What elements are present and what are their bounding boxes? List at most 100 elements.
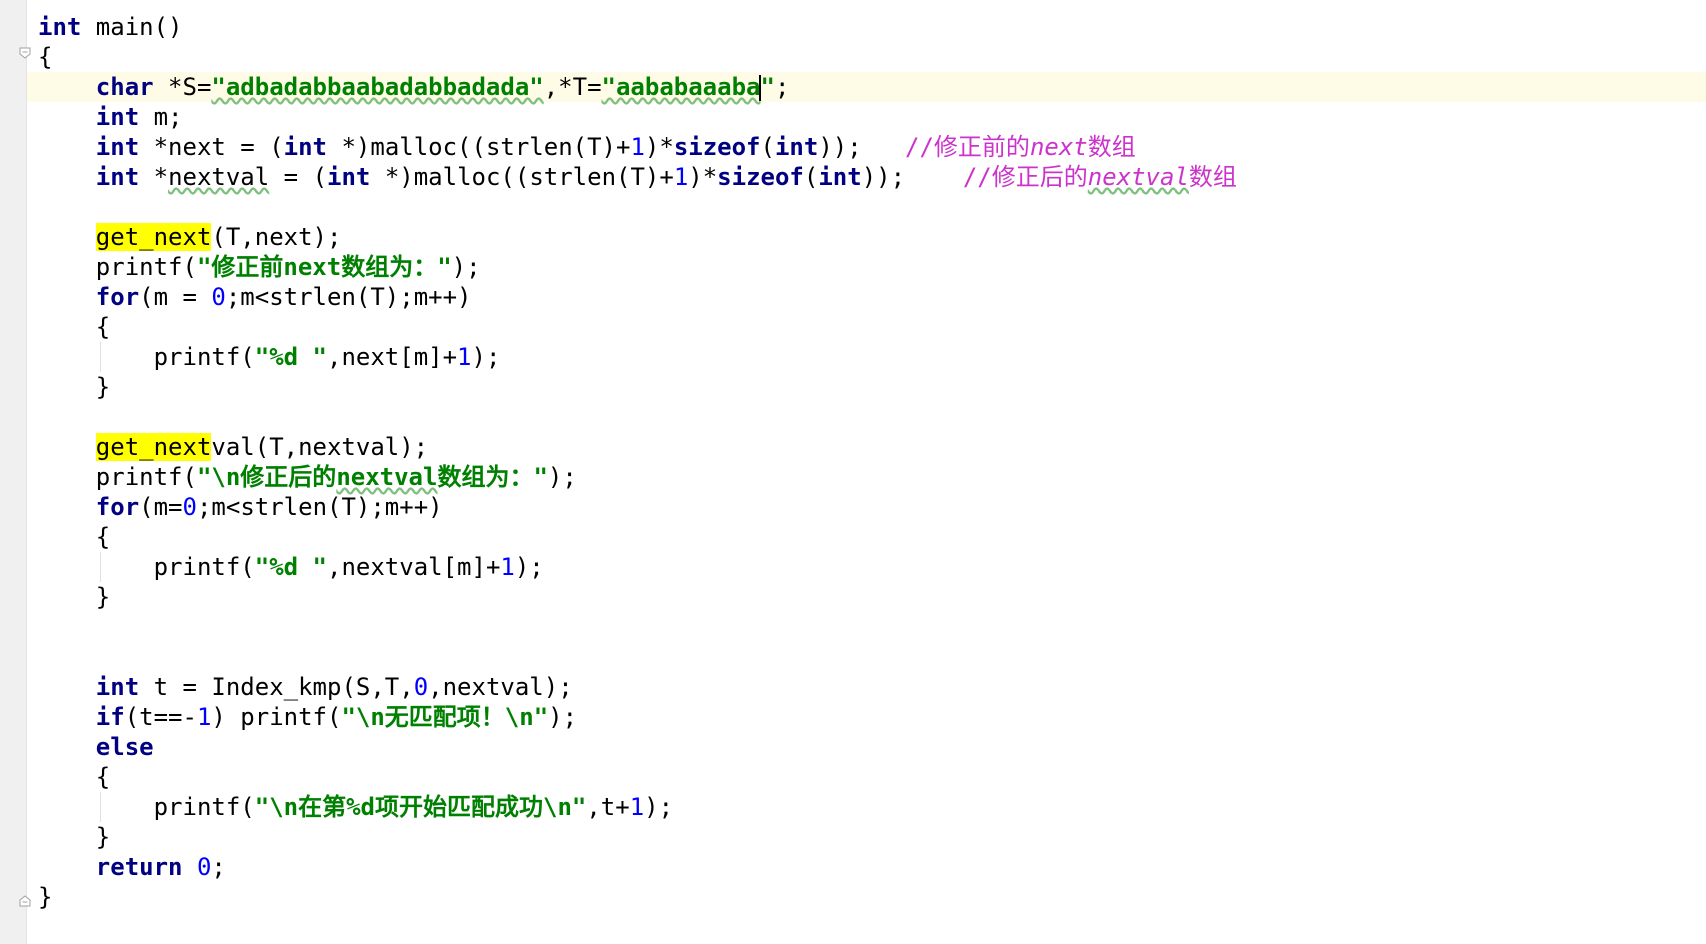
code-token: )); bbox=[818, 133, 906, 161]
code-token: ,*T= bbox=[543, 73, 602, 101]
code-line[interactable]: } bbox=[38, 372, 110, 402]
string-token: "%d " bbox=[254, 343, 327, 371]
code-line[interactable]: printf("%d ",nextval[m]+1); bbox=[38, 552, 544, 582]
code-line[interactable]: } bbox=[38, 582, 110, 612]
comment-token: //修正前的 bbox=[905, 133, 1030, 161]
keyword-token: sizeof bbox=[717, 163, 804, 191]
code-token: printf( bbox=[38, 253, 197, 281]
string-token: "%d " bbox=[254, 553, 327, 581]
number-token: 1 bbox=[630, 133, 645, 161]
code-token: ); bbox=[547, 463, 577, 491]
string-token: " bbox=[760, 73, 775, 101]
code-token: } bbox=[38, 823, 111, 851]
code-token: printf( bbox=[38, 463, 197, 491]
string-token: "aababaaaba bbox=[601, 73, 761, 101]
keyword-token: int bbox=[95, 103, 140, 131]
code-line[interactable]: printf("\n修正后的nextval数组为："); bbox=[38, 462, 577, 492]
code-line[interactable]: { bbox=[38, 42, 52, 72]
code-token: ; bbox=[774, 73, 790, 101]
comment-token: 数组 bbox=[1188, 163, 1237, 191]
code-token: ) printf( bbox=[211, 703, 342, 731]
number-token: 1 bbox=[196, 703, 212, 731]
string-token: "修正前next数组为：" bbox=[196, 253, 452, 281]
code-line[interactable]: int main() bbox=[38, 12, 183, 42]
code-line[interactable]: get_nextval(T,nextval); bbox=[38, 432, 428, 462]
code-token: )* bbox=[688, 163, 718, 191]
code-line[interactable]: } bbox=[38, 882, 52, 912]
string-token: 数组为：" bbox=[437, 463, 548, 491]
code-token: ( bbox=[803, 163, 819, 191]
code-line[interactable]: return 0; bbox=[38, 852, 226, 882]
code-token: ); bbox=[471, 343, 501, 371]
fold-close-icon[interactable] bbox=[18, 894, 32, 908]
code-line[interactable]: char *S="adbadabbaabadabbadada",*T="aaba… bbox=[38, 72, 789, 102]
code-token: )); bbox=[861, 163, 963, 191]
code-line[interactable]: printf("%d ",next[m]+1); bbox=[38, 342, 501, 372]
code-token: *next = ( bbox=[139, 133, 284, 161]
code-token: ,nextval); bbox=[428, 673, 573, 701]
code-token: ( bbox=[760, 133, 775, 161]
code-line[interactable]: printf("\n在第%d项开始匹配成功\n",t+1); bbox=[38, 792, 673, 822]
code-line[interactable]: if(t==-1) printf("\n无匹配项！\n"); bbox=[38, 702, 577, 732]
comment-token: nextval bbox=[1087, 163, 1189, 191]
keyword-token: sizeof bbox=[673, 133, 761, 161]
code-line[interactable]: printf("修正前next数组为："); bbox=[38, 252, 481, 282]
code-token: nextval bbox=[168, 163, 270, 191]
code-token: ,nextval[m]+ bbox=[327, 553, 501, 581]
code-line[interactable]: int *nextval = (int *)malloc((strlen(T)+… bbox=[38, 162, 1237, 192]
code-token: ;m<strlen(T);m++) bbox=[225, 283, 472, 311]
code-line[interactable]: { bbox=[38, 762, 110, 792]
code-token: { bbox=[38, 313, 111, 341]
code-token: ;m<strlen(T);m++) bbox=[196, 493, 443, 521]
comment-token: next bbox=[1029, 133, 1088, 161]
number-token: 1 bbox=[629, 793, 645, 821]
keyword-token: char bbox=[95, 73, 154, 101]
code-token: } bbox=[38, 583, 111, 611]
number-token: 1 bbox=[673, 163, 689, 191]
code-token: printf( bbox=[38, 793, 255, 821]
keyword-token: return bbox=[95, 853, 183, 881]
keyword-token: else bbox=[95, 733, 154, 761]
code-token: ,next[m]+ bbox=[327, 343, 458, 371]
code-token: ); bbox=[548, 703, 578, 731]
string-token: nextval bbox=[336, 463, 438, 491]
code-token: *S= bbox=[153, 73, 212, 101]
keyword-token: for bbox=[95, 493, 140, 521]
number-token: 0 bbox=[196, 853, 212, 881]
code-token: val(T,nextval); bbox=[211, 433, 429, 461]
keyword-token: int bbox=[95, 133, 140, 161]
code-line[interactable]: for(m=0;m<strlen(T);m++) bbox=[38, 492, 443, 522]
keyword-token: if bbox=[95, 703, 125, 731]
code-line[interactable]: get_next(T,next); bbox=[38, 222, 341, 252]
keyword-token: int bbox=[774, 133, 819, 161]
code-token: (t==- bbox=[124, 703, 197, 731]
code-token: { bbox=[38, 523, 111, 551]
code-line[interactable]: int *next = (int *)malloc((strlen(T)+1)*… bbox=[38, 132, 1136, 162]
code-line[interactable]: else bbox=[38, 732, 154, 762]
code-token: = ( bbox=[269, 163, 328, 191]
code-line[interactable]: { bbox=[38, 312, 110, 342]
code-line[interactable]: } bbox=[38, 822, 110, 852]
code-line[interactable]: for(m = 0;m<strlen(T);m++) bbox=[38, 282, 472, 312]
number-token: 0 bbox=[182, 493, 197, 521]
code-line[interactable]: { bbox=[38, 522, 110, 552]
fold-open-icon[interactable] bbox=[18, 46, 32, 60]
code-line[interactable]: int t = Index_kmp(S,T,0,nextval); bbox=[38, 672, 573, 702]
string-token: "\n无匹配项！\n" bbox=[341, 703, 549, 731]
code-token: (m= bbox=[139, 493, 183, 521]
code-token: ); bbox=[451, 253, 481, 281]
code-token: ); bbox=[644, 793, 674, 821]
keyword-token: int bbox=[95, 163, 140, 191]
code-line[interactable]: int m; bbox=[38, 102, 183, 132]
code-token: (m = bbox=[139, 283, 212, 311]
string-token: "adbadabbaabadabbadada" bbox=[211, 73, 544, 101]
